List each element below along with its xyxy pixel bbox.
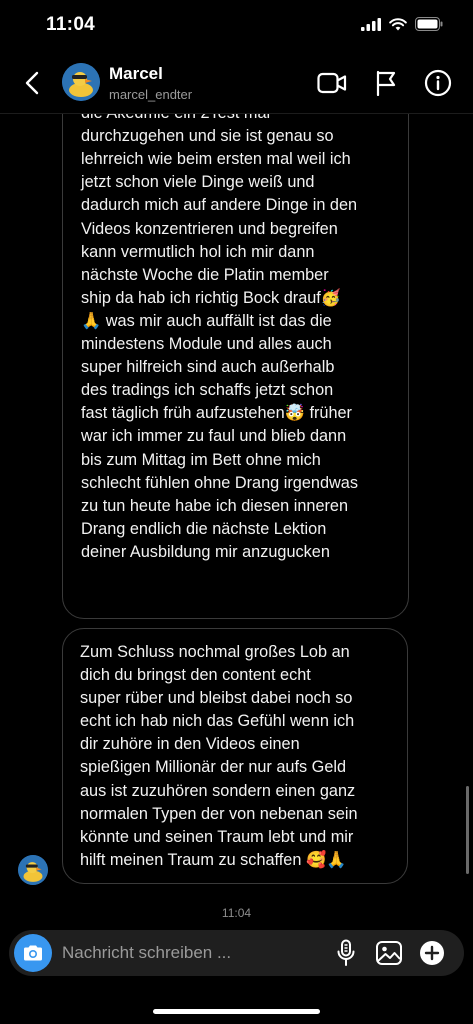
gallery-button[interactable] (374, 938, 404, 968)
camera-icon (24, 945, 42, 961)
cellular-signal-icon (361, 17, 381, 31)
message-timestamp: 11:04 (221, 906, 252, 920)
flag-icon (376, 70, 396, 96)
chat-header: Marcel marcel_endter (0, 52, 473, 114)
scrollbar[interactable] (466, 786, 469, 874)
more-options-button[interactable] (417, 938, 447, 968)
message-bubble[interactable]: Zum Schluss nochmal großes Lob an dich d… (62, 628, 408, 884)
status-time: 11:04 (46, 14, 96, 35)
message-bubble[interactable]: Erfahrung☺️ hab heute angefangen die Ake… (62, 114, 409, 619)
contact-username[interactable]: marcel_endter (109, 87, 192, 102)
video-call-button[interactable] (316, 67, 348, 99)
message-text: Erfahrung☺️ hab heute angefangen die Ake… (81, 114, 358, 561)
back-arrow-icon (25, 71, 39, 95)
wifi-icon (389, 17, 407, 30)
microphone-icon (337, 939, 355, 966)
info-button[interactable] (422, 67, 454, 99)
battery-icon (415, 17, 443, 31)
message-list[interactable]: Erfahrung☺️ hab heute angefangen die Ake… (0, 114, 473, 922)
plus-icon (420, 941, 444, 965)
message-text: Zum Schluss nochmal großes Lob an dich d… (80, 643, 358, 869)
duck-avatar-image (62, 63, 100, 101)
info-icon (424, 69, 452, 97)
message-composer (9, 930, 464, 976)
video-call-icon (317, 72, 347, 94)
duck-avatar-image (18, 855, 48, 885)
camera-button[interactable] (14, 934, 52, 972)
back-button[interactable] (18, 68, 46, 98)
voice-message-button[interactable] (331, 938, 361, 968)
report-flag-button[interactable] (370, 67, 402, 99)
status-icons (361, 17, 443, 31)
home-indicator[interactable] (153, 1009, 320, 1014)
header-avatar[interactable] (62, 63, 100, 101)
message-input[interactable] (62, 939, 322, 967)
contact-name[interactable]: Marcel (109, 64, 163, 84)
gallery-icon (376, 941, 402, 965)
sender-avatar[interactable] (18, 855, 48, 885)
status-bar: 11:04 (0, 0, 473, 52)
